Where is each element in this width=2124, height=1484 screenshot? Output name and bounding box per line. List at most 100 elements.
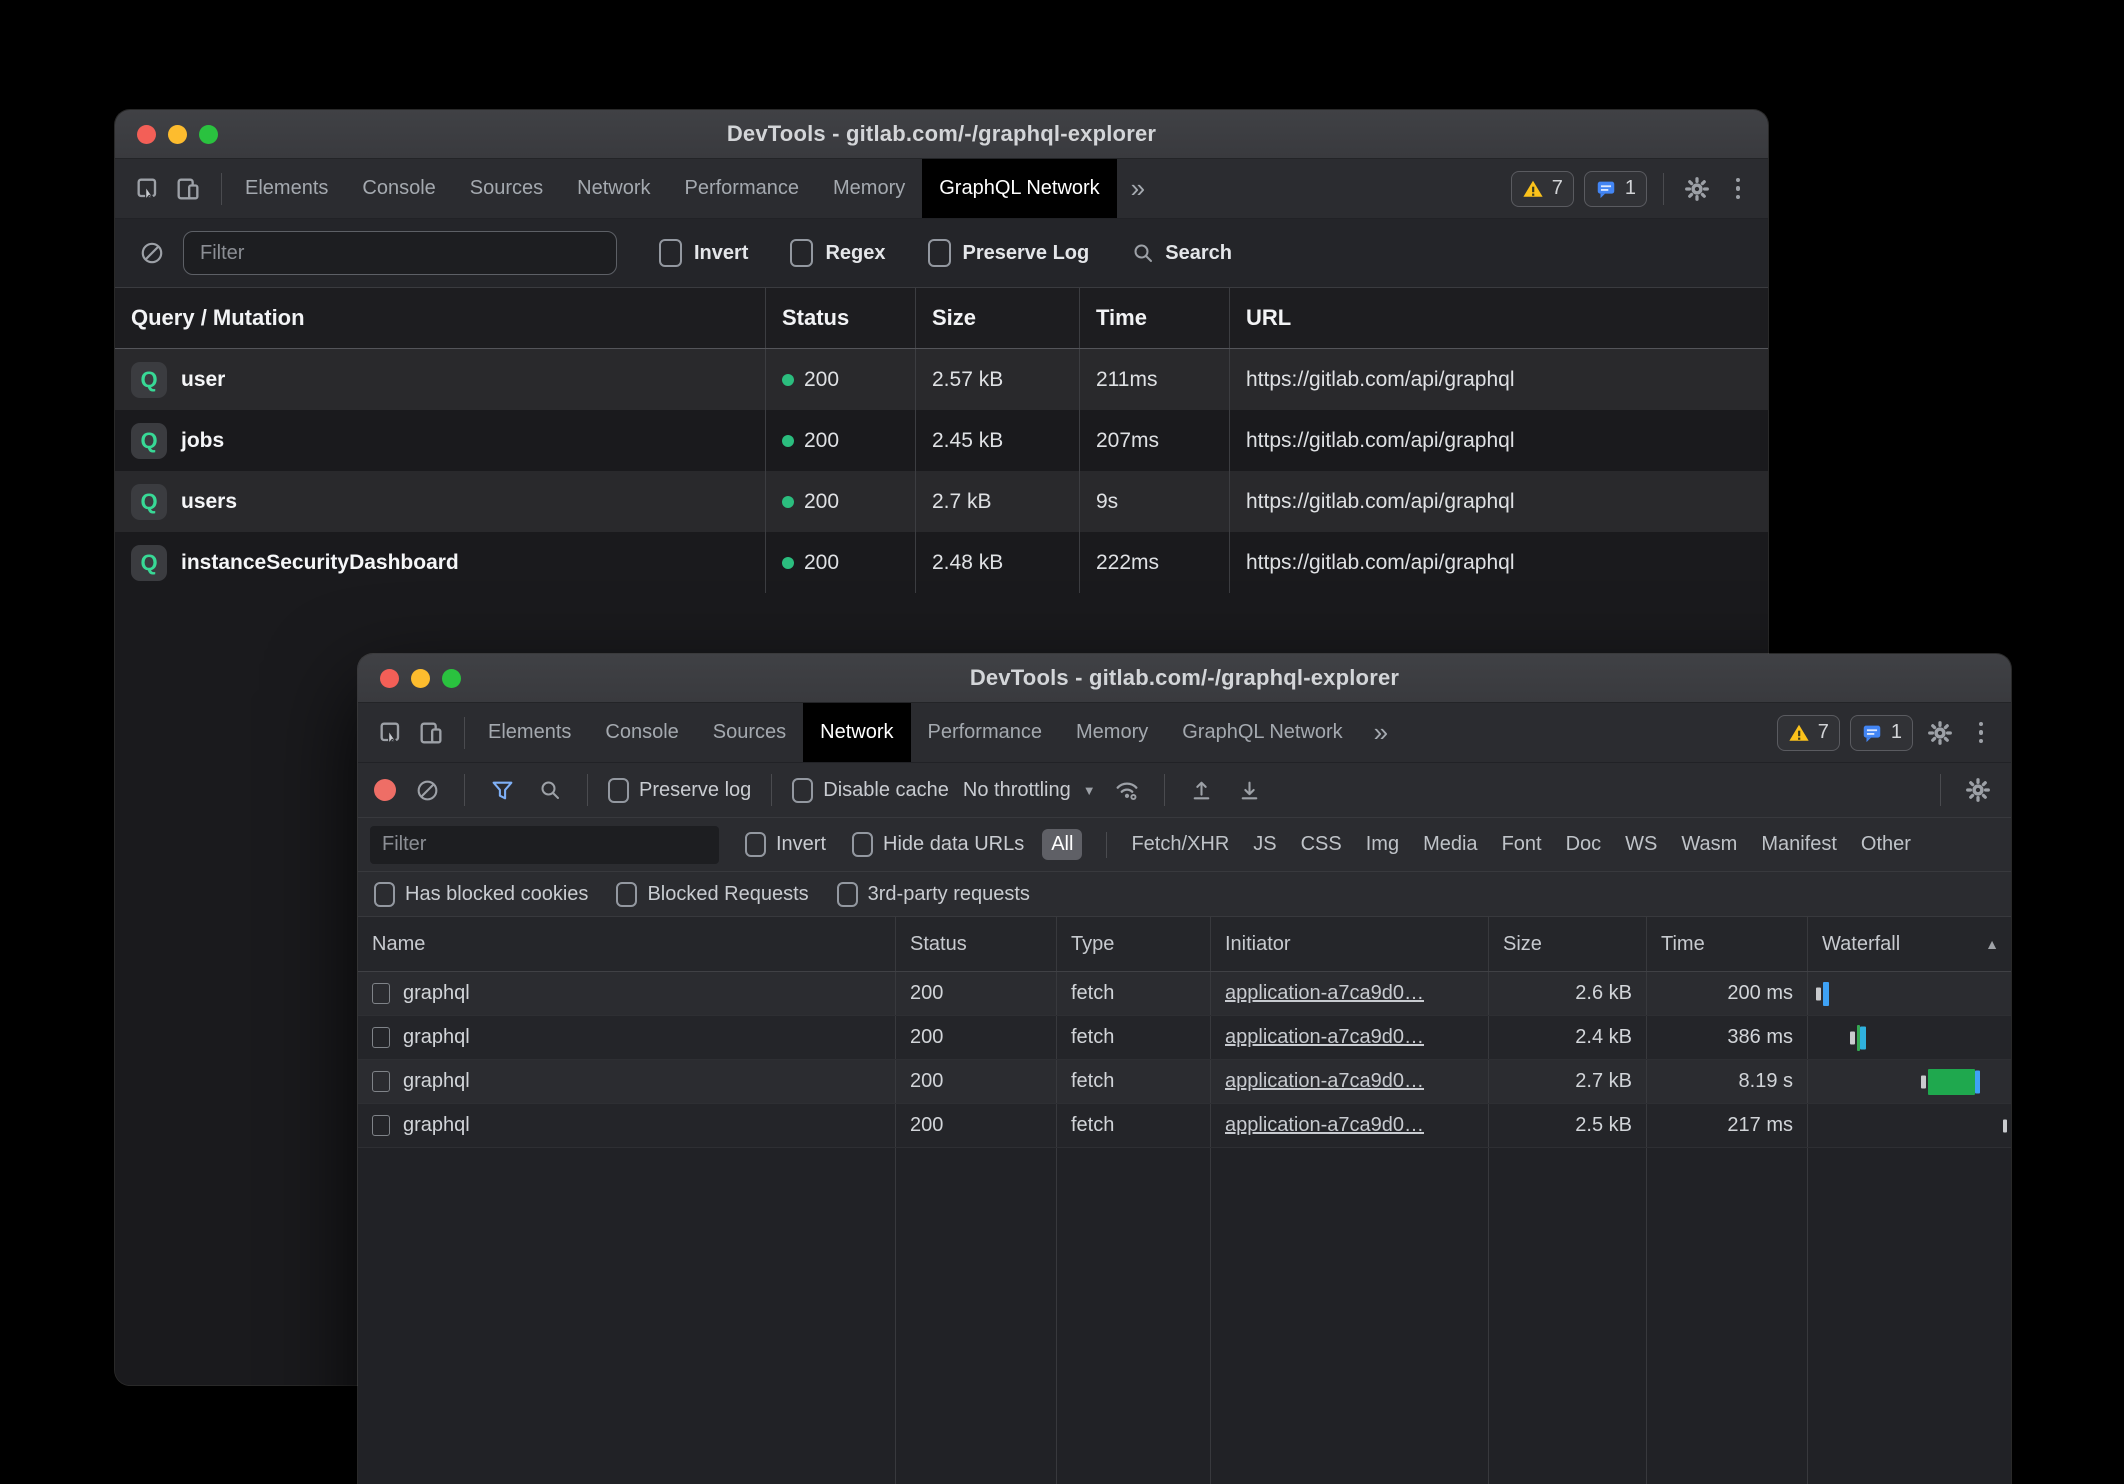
filter-chip-doc[interactable]: Doc — [1566, 833, 1602, 856]
disable-cache-checkbox[interactable] — [792, 778, 813, 803]
device-toolbar-icon[interactable] — [171, 172, 205, 206]
titlebar[interactable]: DevTools - gitlab.com/-/graphql-explorer — [115, 110, 1768, 159]
panel-settings-gear-icon[interactable] — [1961, 773, 1995, 807]
messages-badge[interactable]: 1 — [1584, 171, 1647, 207]
column-header-status[interactable]: Status — [896, 917, 1057, 971]
regex-option[interactable]: Regex — [790, 239, 885, 267]
titlebar[interactable]: DevTools - gitlab.com/-/graphql-explorer — [358, 654, 2011, 703]
invert-checkbox[interactable] — [745, 832, 766, 857]
table-row[interactable]: graphql 200 fetch application-a7ca9d0… 2… — [358, 1016, 2011, 1060]
more-options-icon[interactable] — [1724, 178, 1752, 200]
clear-icon[interactable] — [410, 773, 444, 807]
third-party-requests-option[interactable]: 3rd-party requests — [837, 882, 1030, 907]
tab-elements[interactable]: Elements — [228, 159, 345, 218]
initiator-link[interactable]: application-a7ca9d0… — [1225, 1026, 1424, 1049]
column-header-time[interactable]: Time — [1080, 288, 1230, 348]
invert-option[interactable]: Invert — [745, 832, 826, 857]
tab-performance[interactable]: Performance — [911, 703, 1060, 762]
more-tabs-icon[interactable]: » — [1360, 703, 1402, 762]
has-blocked-cookies-option[interactable]: Has blocked cookies — [374, 882, 588, 907]
column-header-url[interactable]: URL — [1230, 288, 1768, 348]
tab-network[interactable]: Network — [560, 159, 667, 218]
invert-option[interactable]: Invert — [659, 239, 748, 267]
tab-sources[interactable]: Sources — [696, 703, 803, 762]
messages-badge[interactable]: 1 — [1850, 715, 1913, 751]
regex-checkbox[interactable] — [790, 239, 813, 267]
tab-elements[interactable]: Elements — [471, 703, 588, 762]
table-row[interactable]: Quser 200 2.57 kB 211ms https://gitlab.c… — [115, 349, 1768, 410]
blocked-requests-checkbox[interactable] — [616, 882, 637, 907]
import-har-icon[interactable] — [1185, 773, 1219, 807]
preserve-log-checkbox[interactable] — [608, 778, 629, 803]
column-header-query-mutation[interactable]: Query / Mutation — [115, 288, 766, 348]
record-button[interactable] — [374, 779, 396, 801]
search-control[interactable]: Search — [1131, 241, 1232, 265]
table-row[interactable]: graphql 200 fetch application-a7ca9d0… 2… — [358, 1060, 2011, 1104]
filter-input[interactable] — [370, 826, 719, 864]
export-har-icon[interactable] — [1233, 773, 1267, 807]
tab-memory[interactable]: Memory — [1059, 703, 1165, 762]
tab-performance[interactable]: Performance — [668, 159, 817, 218]
invert-checkbox[interactable] — [659, 239, 682, 267]
tab-network[interactable]: Network — [803, 703, 910, 762]
row-checkbox[interactable] — [372, 1071, 390, 1092]
column-header-size[interactable]: Size — [1489, 917, 1647, 971]
hide-data-urls-checkbox[interactable] — [852, 832, 873, 857]
warnings-badge[interactable]: 7 — [1777, 715, 1840, 751]
filter-chip-manifest[interactable]: Manifest — [1761, 833, 1837, 856]
initiator-link[interactable]: application-a7ca9d0… — [1225, 1114, 1424, 1137]
tab-graphql-network[interactable]: GraphQL Network — [922, 159, 1116, 218]
tab-console[interactable]: Console — [345, 159, 452, 218]
network-conditions-icon[interactable] — [1110, 773, 1144, 807]
tab-sources[interactable]: Sources — [453, 159, 560, 218]
column-header-initiator[interactable]: Initiator — [1211, 917, 1489, 971]
tab-memory[interactable]: Memory — [816, 159, 922, 218]
initiator-link[interactable]: application-a7ca9d0… — [1225, 1070, 1424, 1093]
row-checkbox[interactable] — [372, 1115, 390, 1136]
inspect-element-icon[interactable] — [374, 716, 408, 750]
filter-chip-js[interactable]: JS — [1253, 833, 1276, 856]
settings-gear-icon[interactable] — [1680, 172, 1714, 206]
column-header-size[interactable]: Size — [916, 288, 1080, 348]
column-header-name[interactable]: Name — [358, 917, 896, 971]
more-options-icon[interactable] — [1967, 722, 1995, 744]
filter-chip-img[interactable]: Img — [1366, 833, 1399, 856]
column-header-status[interactable]: Status — [766, 288, 916, 348]
device-toolbar-icon[interactable] — [414, 716, 448, 750]
warnings-badge[interactable]: 7 — [1511, 171, 1574, 207]
third-party-requests-checkbox[interactable] — [837, 882, 858, 907]
filter-funnel-icon[interactable] — [485, 773, 519, 807]
table-row[interactable]: Qjobs 200 2.45 kB 207ms https://gitlab.c… — [115, 410, 1768, 471]
blocked-requests-option[interactable]: Blocked Requests — [616, 882, 808, 907]
preserve-log-checkbox[interactable] — [928, 239, 951, 267]
clear-icon[interactable] — [135, 236, 169, 270]
filter-chip-css[interactable]: CSS — [1301, 833, 1342, 856]
filter-chip-other[interactable]: Other — [1861, 833, 1911, 856]
hide-data-urls-option[interactable]: Hide data URLs — [852, 832, 1024, 857]
filter-input[interactable] — [183, 231, 617, 275]
filter-chip-fetch-xhr[interactable]: Fetch/XHR — [1131, 833, 1229, 856]
tab-graphql-network[interactable]: GraphQL Network — [1165, 703, 1359, 762]
row-checkbox[interactable] — [372, 983, 390, 1004]
filter-chip-media[interactable]: Media — [1423, 833, 1477, 856]
column-header-time[interactable]: Time — [1647, 917, 1808, 971]
has-blocked-cookies-checkbox[interactable] — [374, 882, 395, 907]
preserve-log-option[interactable]: Preserve Log — [928, 239, 1090, 267]
filter-chip-font[interactable]: Font — [1502, 833, 1542, 856]
tab-console[interactable]: Console — [588, 703, 695, 762]
row-checkbox[interactable] — [372, 1027, 390, 1048]
table-row[interactable]: Qusers 200 2.7 kB 9s https://gitlab.com/… — [115, 471, 1768, 532]
table-row[interactable]: graphql 200 fetch application-a7ca9d0… 2… — [358, 1104, 2011, 1148]
search-icon[interactable] — [533, 773, 567, 807]
throttling-dropdown[interactable]: No throttling ▼ — [963, 779, 1096, 802]
preserve-log-option[interactable]: Preserve log — [608, 778, 751, 803]
table-row[interactable]: graphql 200 fetch application-a7ca9d0… 2… — [358, 972, 2011, 1016]
disable-cache-option[interactable]: Disable cache — [792, 778, 949, 803]
column-header-waterfall[interactable]: Waterfall ▲ — [1808, 917, 2011, 971]
filter-chip-all[interactable]: All — [1042, 829, 1082, 860]
settings-gear-icon[interactable] — [1923, 716, 1957, 750]
column-header-type[interactable]: Type — [1057, 917, 1211, 971]
filter-chip-wasm[interactable]: Wasm — [1681, 833, 1737, 856]
inspect-element-icon[interactable] — [131, 172, 165, 206]
more-tabs-icon[interactable]: » — [1117, 159, 1159, 218]
